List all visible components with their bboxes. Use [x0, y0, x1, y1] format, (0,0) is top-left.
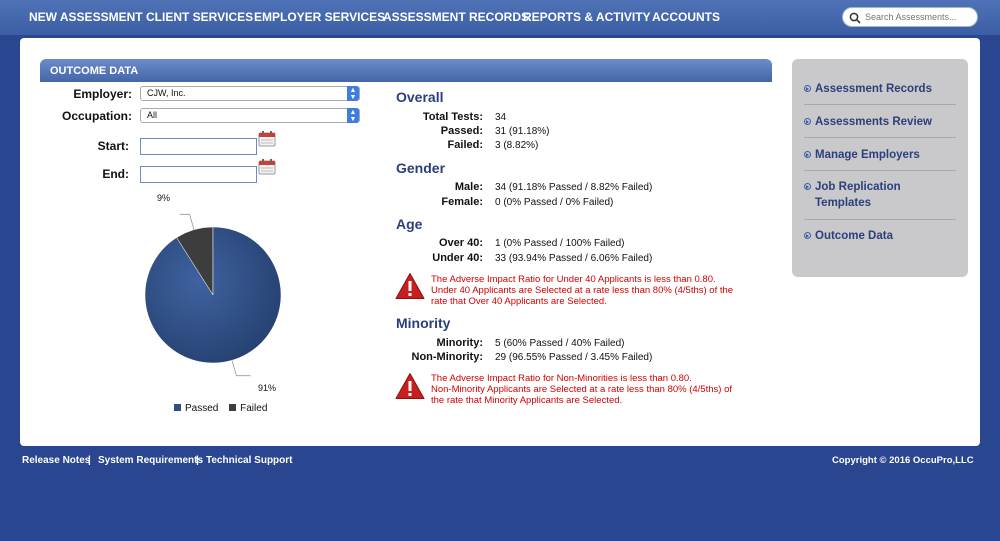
- sidebar-divider: [804, 104, 956, 105]
- legend-swatch-passed: [174, 404, 181, 411]
- non-minority-label: Non-Minority:: [411, 351, 483, 363]
- sidebar-item-manage-employers[interactable]: Manage Employers: [804, 147, 956, 163]
- over-40-label: Over 40:: [438, 237, 483, 249]
- calendar-icon[interactable]: [258, 158, 276, 175]
- nav-new-assessment[interactable]: NEW ASSESSMENT: [29, 10, 143, 24]
- nav-employer-services[interactable]: EMPLOYER SERVICES: [254, 10, 385, 24]
- minority-value: 5 (60% Passed / 40% Failed): [495, 338, 625, 349]
- footer-link-release-notes[interactable]: Release Notes: [22, 455, 90, 466]
- footer-link-technical-support[interactable]: Technical Support: [206, 455, 293, 466]
- female-value: 0 (0% Passed / 0% Failed): [495, 197, 614, 208]
- total-tests-label: Total Tests:: [422, 111, 483, 123]
- age-heading: Age: [396, 216, 423, 232]
- copyright: Copyright © 2016 OccuPro,LLC: [832, 455, 974, 466]
- footer-link-system-requirements[interactable]: System Requirements: [98, 455, 203, 466]
- arrow-circle-icon: [804, 183, 811, 190]
- select-arrows-icon: ▲ ▼: [347, 86, 359, 101]
- employer-select-value: CJW, Inc.: [147, 88, 186, 98]
- employer-select[interactable]: CJW, Inc. ▲ ▼: [140, 86, 360, 101]
- gender-heading: Gender: [396, 160, 446, 176]
- top-nav: NEW ASSESSMENT CLIENT SERVICES EMPLOYER …: [0, 0, 1000, 35]
- female-label: Female:: [441, 196, 483, 208]
- end-label: End:: [102, 167, 129, 181]
- arrow-circle-icon: [804, 118, 811, 125]
- occupation-select[interactable]: All ▲ ▼: [140, 108, 360, 123]
- minority-heading: Minority: [396, 315, 451, 331]
- male-value: 34 (91.18% Passed / 8.82% Failed): [495, 182, 653, 193]
- warning-icon: [395, 273, 425, 299]
- search-box[interactable]: [842, 7, 978, 27]
- nav-client-services[interactable]: CLIENT SERVICES: [146, 10, 253, 24]
- start-date-input[interactable]: [140, 138, 257, 155]
- sidebar-item-outcome-data[interactable]: Outcome Data: [804, 228, 956, 244]
- warning-icon: [395, 373, 425, 399]
- over-40-value: 1 (0% Passed / 100% Failed): [495, 238, 625, 249]
- legend-passed: Passed: [185, 403, 219, 414]
- pie-label-passed: 91%: [258, 383, 277, 393]
- employer-label: Employer:: [73, 87, 132, 101]
- section-header: OUTCOME DATA: [40, 59, 772, 82]
- pie-slice-passed: [144, 226, 282, 364]
- legend-swatch-failed: [229, 404, 237, 411]
- search-icon: [849, 12, 861, 24]
- under-40-label: Under 40:: [432, 252, 483, 264]
- failed-value: 3 (8.82%): [495, 140, 539, 151]
- sidebar-divider: [804, 137, 956, 138]
- non-minority-value: 29 (96.55% Passed / 3.45% Failed): [495, 352, 653, 363]
- nav-assessment-records[interactable]: ASSESSMENT RECORDS: [383, 10, 529, 24]
- footer-separator: |: [196, 455, 199, 466]
- under-40-value: 33 (93.94% Passed / 6.06% Failed): [495, 253, 653, 264]
- passed-value: 31 (91.18%): [495, 126, 550, 137]
- search-input[interactable]: [865, 10, 971, 24]
- sidebar-item-assessment-records[interactable]: Assessment Records: [804, 81, 956, 97]
- sidebar-divider: [804, 170, 956, 171]
- arrow-circle-icon: [804, 232, 811, 239]
- legend-failed: Failed: [240, 403, 268, 414]
- failed-label: Failed:: [447, 139, 483, 151]
- end-date-input[interactable]: [140, 166, 257, 183]
- occupation-select-value: All: [147, 110, 158, 120]
- calendar-icon[interactable]: [258, 130, 276, 147]
- minority-label: Minority:: [436, 337, 483, 349]
- nav-reports-activity[interactable]: REPORTS & ACTIVITY: [523, 10, 651, 24]
- sidebar-item-job-replication-templates[interactable]: Job Replication Templates: [804, 179, 914, 211]
- minority-warning-text: The Adverse Impact Ratio for Non-Minorit…: [431, 373, 732, 406]
- passed-label: Passed:: [440, 125, 483, 137]
- nav-accounts[interactable]: ACCOUNTS: [652, 10, 720, 24]
- pie-leader-passed: [231, 360, 251, 377]
- occupation-label: Occupation:: [61, 109, 132, 123]
- sidebar-item-assessments-review[interactable]: Assessments Review: [804, 114, 956, 130]
- pie-label-failed: 9%: [157, 193, 171, 203]
- select-arrows-icon: ▲ ▼: [347, 108, 359, 123]
- arrow-circle-icon: [804, 85, 811, 92]
- pie-leader-failed: [179, 213, 195, 230]
- outcome-pie-chart: [144, 213, 282, 377]
- male-label: Male:: [454, 181, 483, 193]
- age-warning-text: The Adverse Impact Ratio for Under 40 Ap…: [431, 274, 734, 307]
- sidebar-divider: [804, 219, 956, 220]
- total-tests-value: 34: [495, 112, 507, 123]
- footer-separator: |: [88, 455, 91, 466]
- arrow-circle-icon: [804, 151, 811, 158]
- start-label: Start:: [97, 139, 129, 153]
- overall-heading: Overall: [396, 89, 444, 105]
- chart-legend: Passed Failed: [174, 403, 267, 414]
